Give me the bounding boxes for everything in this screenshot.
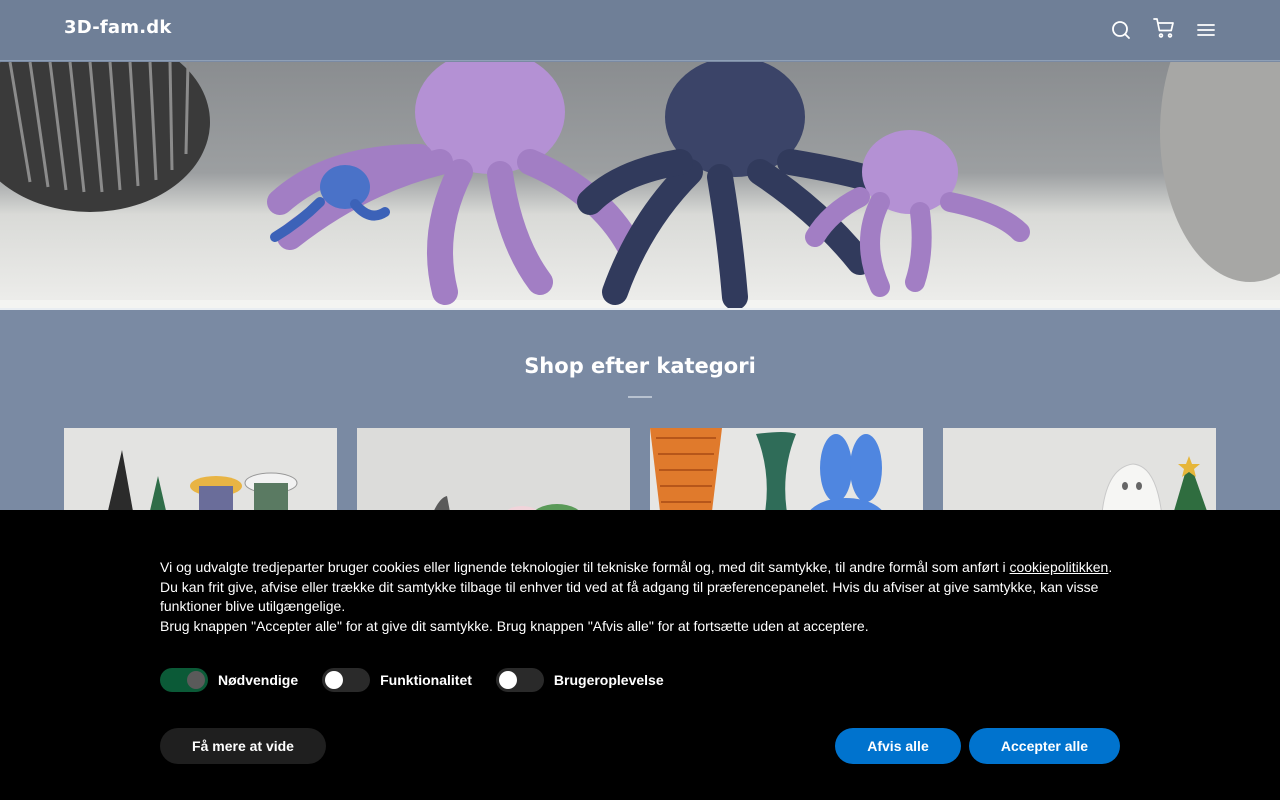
cookie-paragraph-3: Brug knappen "Accepter alle" for at give…: [160, 617, 869, 634]
switch-knob: [325, 671, 344, 689]
categories-title: Shop efter kategori: [524, 354, 756, 378]
learn-more-button[interactable]: Få mere at vide: [160, 728, 326, 764]
cookie-paragraph-1: Vi og udvalgte tredjeparter bruger cooki…: [160, 558, 1120, 578]
search-icon[interactable]: [1109, 18, 1133, 42]
cookie-policy-link[interactable]: cookiepolitikken: [1009, 559, 1108, 575]
toggle-label: Funktionalitet: [380, 672, 472, 688]
navy-octopus: [577, 62, 893, 308]
toggle-necessary[interactable]: Nødvendige: [160, 668, 298, 692]
cookie-text: Vi og udvalgte tredjeparter bruger cooki…: [160, 558, 1120, 636]
toggle-label: Brugeroplevelse: [553, 672, 664, 688]
cookie-banner: Vi og udvalgte tredjeparter bruger cooki…: [0, 510, 1280, 800]
switch-knob: [187, 671, 205, 689]
site-logo[interactable]: 3D-fam.dk: [64, 17, 172, 38]
hero-image: [0, 62, 1280, 308]
menu-icon[interactable]: [1194, 18, 1218, 42]
vase-illustration: [0, 62, 210, 212]
cookie-text-part: Vi og udvalgte tredjeparter bruger cooki…: [160, 559, 1010, 575]
functionality-switch[interactable]: [322, 668, 371, 692]
consent-toggles: Nødvendige Funktionalitet Brugeroplevels…: [160, 668, 688, 692]
hero-divider: [0, 308, 1280, 310]
toggle-functionality[interactable]: Funktionalitet: [322, 668, 472, 692]
necessary-switch[interactable]: [160, 668, 208, 692]
reject-all-button[interactable]: Afvis alle: [835, 728, 961, 764]
site-header: 3D-fam.dk: [0, 0, 1280, 61]
cart-icon[interactable]: [1152, 16, 1176, 40]
toggle-user-experience[interactable]: Brugeroplevelse: [495, 668, 664, 692]
title-underline: [628, 396, 652, 398]
cookie-paragraph-2: Du kan frit give, afvise eller trække di…: [160, 578, 1099, 615]
toggle-label: Nødvendige: [218, 672, 299, 688]
switch-knob: [498, 671, 517, 689]
accept-all-button[interactable]: Accepter alle: [969, 728, 1120, 764]
user-experience-switch[interactable]: [495, 668, 544, 692]
cookie-text-part: .: [1108, 559, 1113, 575]
